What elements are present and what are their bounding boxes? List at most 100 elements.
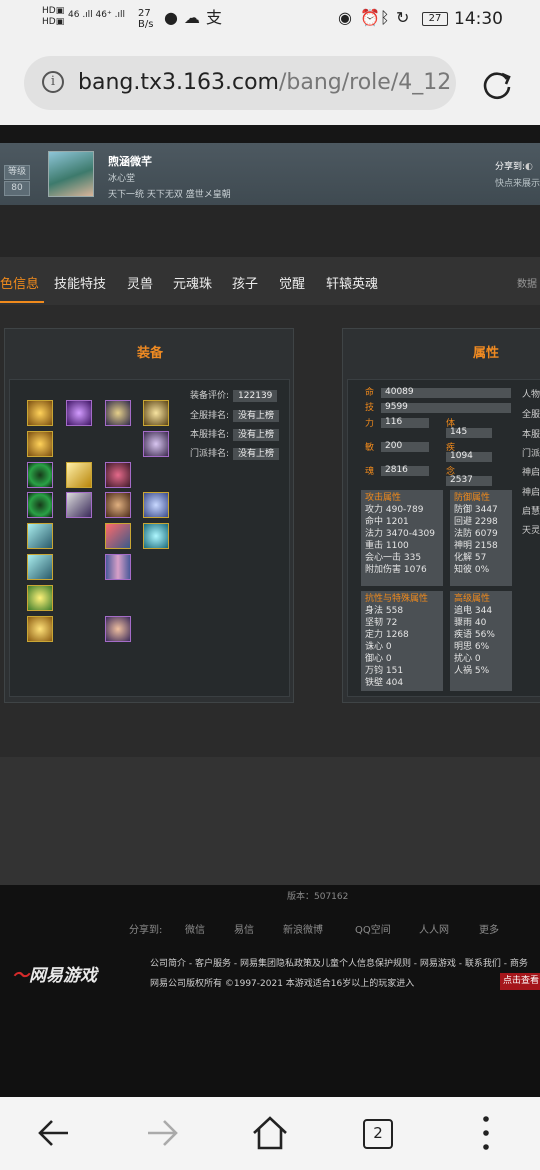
battery-icon: 27 <box>422 12 448 26</box>
defense-row: 法防 6079 <box>454 529 498 539</box>
side-label: 神启 <box>522 468 540 478</box>
agi-bar: 200 <box>381 441 429 452</box>
banner <box>0 205 540 257</box>
defense-row: 防御 3447 <box>454 505 498 515</box>
attribute-inner: 命 40089 技 9599 力 116 体 145 敏 200 疾 1094 … <box>347 379 540 697</box>
share-label[interactable]: 分享到:◐ <box>495 159 533 172</box>
advanced-row: 疾语 56% <box>454 630 495 640</box>
forward-icon[interactable] <box>142 1113 182 1153</box>
equip-slot-4[interactable] <box>143 400 169 426</box>
tab-awakening[interactable]: 觉醒 <box>279 273 305 292</box>
equip-slot-7[interactable] <box>27 462 53 488</box>
equip-slot-16[interactable] <box>143 523 169 549</box>
cloud-icon: ☁ <box>184 8 200 27</box>
spd-bar: 1094 <box>446 451 492 462</box>
str-label: 力 <box>365 419 375 429</box>
signal-icon: 46 .ıll 46⁺ .ıll <box>68 10 125 20</box>
advanced-box: 高级属性 追电 344 骤雨 40 疾语 56% 明思 6% 扰心 0 人祸 5… <box>450 591 512 691</box>
guild-name: 冰心堂 <box>108 174 136 184</box>
equip-slot-13[interactable] <box>143 492 169 518</box>
equip-slot-2[interactable] <box>66 400 92 426</box>
tab-xuanyuan[interactable]: 轩辕英魂 <box>326 273 378 292</box>
defense-row: 知彼 0% <box>454 565 490 575</box>
share-sub: 快点来展示 <box>495 179 540 189</box>
attack-box: 攻击属性 攻力 490-789 命中 1201 法力 3470-4309 重击 … <box>361 490 443 586</box>
home-icon[interactable] <box>250 1113 290 1153</box>
tab-switcher-button[interactable]: 2 <box>363 1119 393 1149</box>
side-label: 人物 <box>522 390 540 400</box>
resist-title: 抗性与特殊属性 <box>365 594 429 604</box>
soul-bar: 2816 <box>381 465 429 476</box>
equip-slot-5[interactable] <box>27 431 53 457</box>
logo-mark-icon: 〜 <box>12 966 29 986</box>
tab-soul-pearls[interactable]: 元魂珠 <box>173 273 212 292</box>
footer-links[interactable]: 公司简介 - 客户服务 - 网易集团隐私政策及儿童个人信息保护规则 - 网易游戏… <box>150 956 528 969</box>
share-wechat[interactable]: 微信 <box>185 921 205 936</box>
equip-slot-11[interactable] <box>66 492 92 518</box>
equip-slot-20[interactable] <box>27 616 53 642</box>
payment-icon: 支 <box>206 8 223 27</box>
active-tab-indicator <box>0 301 44 303</box>
reload-icon[interactable] <box>480 68 514 102</box>
equip-slot-14[interactable] <box>27 523 53 549</box>
equip-slot-18[interactable] <box>105 554 131 580</box>
equip-slot-10[interactable] <box>27 492 53 518</box>
footer-share-label: 分享到: <box>129 925 163 936</box>
equip-slot-19[interactable] <box>27 585 53 611</box>
clock: 14:30 <box>454 9 503 29</box>
equip-slot-6[interactable] <box>143 431 169 457</box>
resist-row: 身法 558 <box>365 606 404 616</box>
resist-row: 御心 0 <box>365 654 392 664</box>
view-button[interactable]: 点击查看 <box>500 973 540 990</box>
footer: 版本：507162 分享到: 微信 易信 新浪微博 QQ空间 人人网 更多 〜网… <box>0 885 540 1097</box>
tab-skills[interactable]: 技能特技 <box>54 273 106 292</box>
equip-slot-17[interactable] <box>27 554 53 580</box>
profile-header: 等级 80 煦涵微芊 冰心堂 天下一统 天下无双 盛世メ皇朝 分享到:◐ 快点来… <box>0 143 540 205</box>
advanced-row: 追电 344 <box>454 606 493 616</box>
defense-row: 回避 2298 <box>454 517 498 527</box>
tab-data[interactable]: 数据 <box>517 275 537 290</box>
info-icon[interactable]: i <box>42 71 64 93</box>
level-label: 等级 <box>4 165 30 180</box>
equip-slot-15[interactable] <box>105 523 131 549</box>
defense-row: 神明 2158 <box>454 541 498 551</box>
resist-row: 定力 1268 <box>365 630 409 640</box>
equipment-title: 装备 <box>137 346 164 361</box>
tab-pets[interactable]: 灵兽 <box>127 273 153 292</box>
share-more[interactable]: 更多 <box>479 921 499 936</box>
share-qzone[interactable]: QQ空间 <box>355 921 391 936</box>
equip-slot-3[interactable] <box>105 400 131 426</box>
share-icon[interactable]: ◐ <box>525 162 533 172</box>
attack-row: 命中 1201 <box>365 517 409 527</box>
equip-slot-8[interactable] <box>66 462 92 488</box>
tab-character-info[interactable]: 色信息 <box>0 273 39 292</box>
share-yixin[interactable]: 易信 <box>234 921 254 936</box>
equip-score: 装备评价: 122139 <box>190 388 278 402</box>
share-weibo[interactable]: 新浪微博 <box>283 921 323 936</box>
address-bar[interactable]: i bang.tx3.163.com/bang/role/4_12 <box>24 56 456 110</box>
share-renren[interactable]: 人人网 <box>419 921 449 936</box>
equip-slot-1[interactable] <box>27 400 53 426</box>
advanced-row: 明思 6% <box>454 642 490 652</box>
side-label: 全服 <box>522 410 540 420</box>
defense-row: 化解 57 <box>454 553 487 563</box>
url-text[interactable]: bang.tx3.163.com/bang/role/4_12 <box>78 69 451 97</box>
resist-row: 诛心 0 <box>365 642 392 652</box>
advanced-row: 人祸 5% <box>454 666 490 676</box>
defense-title: 防御属性 <box>454 493 491 503</box>
attack-row: 附加伤害 1076 <box>365 565 427 575</box>
netease-logo[interactable]: 〜网易游戏 <box>12 961 97 986</box>
equip-slot-21[interactable] <box>105 616 131 642</box>
back-icon[interactable] <box>34 1113 74 1153</box>
equip-slot-12[interactable] <box>105 492 131 518</box>
resist-box: 抗性与特殊属性 身法 558 坚韧 72 定力 1268 诛心 0 御心 0 万… <box>361 591 443 691</box>
equipment-panel: 装备 装备评价: 122139 全服排名: 没有上榜 本服排名: 没有上榜 门派… <box>4 328 294 703</box>
tab-children[interactable]: 孩子 <box>232 273 258 292</box>
soul-label: 魂 <box>365 467 375 477</box>
menu-icon[interactable] <box>466 1113 506 1153</box>
attribute-title: 属性 <box>473 346 500 361</box>
equip-slot-9[interactable] <box>105 462 131 488</box>
server-name: 天下一统 天下无双 盛世メ皇朝 <box>108 190 231 200</box>
browser-toolbar: i bang.tx3.163.com/bang/role/4_12 <box>0 40 540 125</box>
hp-bar: 40089 <box>381 387 511 398</box>
